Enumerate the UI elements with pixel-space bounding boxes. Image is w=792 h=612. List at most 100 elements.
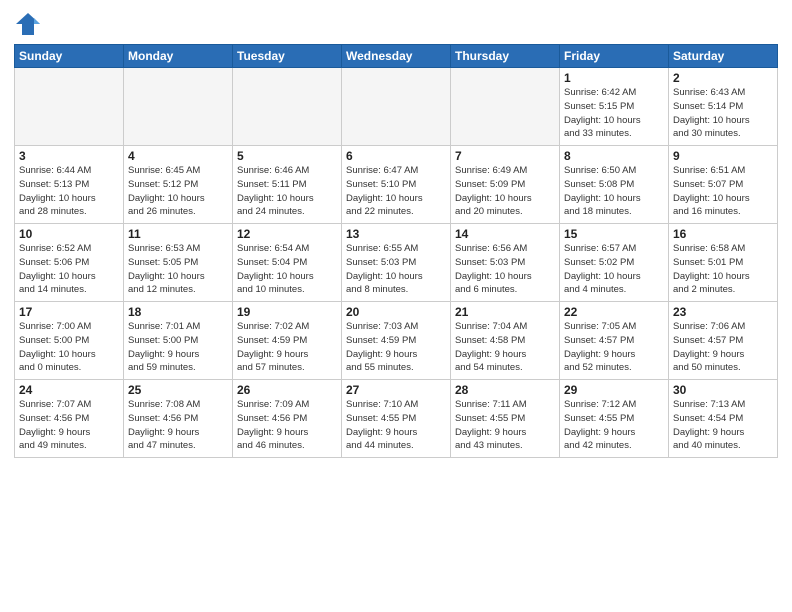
day-info: Sunrise: 7:07 AM Sunset: 4:56 PM Dayligh… xyxy=(19,398,119,453)
day-number: 14 xyxy=(455,227,555,241)
day-info: Sunrise: 6:52 AM Sunset: 5:06 PM Dayligh… xyxy=(19,242,119,297)
calendar-cell: 13Sunrise: 6:55 AM Sunset: 5:03 PM Dayli… xyxy=(342,224,451,302)
day-info: Sunrise: 7:13 AM Sunset: 4:54 PM Dayligh… xyxy=(673,398,773,453)
calendar-cell: 19Sunrise: 7:02 AM Sunset: 4:59 PM Dayli… xyxy=(233,302,342,380)
week-row: 24Sunrise: 7:07 AM Sunset: 4:56 PM Dayli… xyxy=(15,380,778,458)
day-number: 20 xyxy=(346,305,446,319)
day-info: Sunrise: 6:47 AM Sunset: 5:10 PM Dayligh… xyxy=(346,164,446,219)
calendar-cell: 25Sunrise: 7:08 AM Sunset: 4:56 PM Dayli… xyxy=(124,380,233,458)
day-info: Sunrise: 7:05 AM Sunset: 4:57 PM Dayligh… xyxy=(564,320,664,375)
calendar-cell: 9Sunrise: 6:51 AM Sunset: 5:07 PM Daylig… xyxy=(669,146,778,224)
calendar-cell: 10Sunrise: 6:52 AM Sunset: 5:06 PM Dayli… xyxy=(15,224,124,302)
day-number: 25 xyxy=(128,383,228,397)
day-number: 13 xyxy=(346,227,446,241)
day-info: Sunrise: 6:51 AM Sunset: 5:07 PM Dayligh… xyxy=(673,164,773,219)
calendar-cell: 21Sunrise: 7:04 AM Sunset: 4:58 PM Dayli… xyxy=(451,302,560,380)
calendar-cell: 8Sunrise: 6:50 AM Sunset: 5:08 PM Daylig… xyxy=(560,146,669,224)
day-info: Sunrise: 7:03 AM Sunset: 4:59 PM Dayligh… xyxy=(346,320,446,375)
weekday-header-row: SundayMondayTuesdayWednesdayThursdayFrid… xyxy=(15,45,778,68)
logo-icon xyxy=(14,10,42,38)
calendar-cell xyxy=(124,68,233,146)
calendar-cell: 3Sunrise: 6:44 AM Sunset: 5:13 PM Daylig… xyxy=(15,146,124,224)
day-number: 24 xyxy=(19,383,119,397)
day-number: 22 xyxy=(564,305,664,319)
day-number: 8 xyxy=(564,149,664,163)
day-info: Sunrise: 6:42 AM Sunset: 5:15 PM Dayligh… xyxy=(564,86,664,141)
calendar-cell: 16Sunrise: 6:58 AM Sunset: 5:01 PM Dayli… xyxy=(669,224,778,302)
calendar-cell: 29Sunrise: 7:12 AM Sunset: 4:55 PM Dayli… xyxy=(560,380,669,458)
day-info: Sunrise: 6:44 AM Sunset: 5:13 PM Dayligh… xyxy=(19,164,119,219)
weekday-header: Tuesday xyxy=(233,45,342,68)
day-info: Sunrise: 7:04 AM Sunset: 4:58 PM Dayligh… xyxy=(455,320,555,375)
day-info: Sunrise: 7:12 AM Sunset: 4:55 PM Dayligh… xyxy=(564,398,664,453)
weekday-header: Thursday xyxy=(451,45,560,68)
calendar-cell: 27Sunrise: 7:10 AM Sunset: 4:55 PM Dayli… xyxy=(342,380,451,458)
calendar-cell: 12Sunrise: 6:54 AM Sunset: 5:04 PM Dayli… xyxy=(233,224,342,302)
day-info: Sunrise: 6:49 AM Sunset: 5:09 PM Dayligh… xyxy=(455,164,555,219)
header xyxy=(14,10,778,38)
calendar-cell: 17Sunrise: 7:00 AM Sunset: 5:00 PM Dayli… xyxy=(15,302,124,380)
day-number: 3 xyxy=(19,149,119,163)
day-number: 5 xyxy=(237,149,337,163)
week-row: 1Sunrise: 6:42 AM Sunset: 5:15 PM Daylig… xyxy=(15,68,778,146)
weekday-header: Saturday xyxy=(669,45,778,68)
day-info: Sunrise: 6:57 AM Sunset: 5:02 PM Dayligh… xyxy=(564,242,664,297)
day-number: 23 xyxy=(673,305,773,319)
weekday-header: Friday xyxy=(560,45,669,68)
weekday-header: Monday xyxy=(124,45,233,68)
day-number: 10 xyxy=(19,227,119,241)
day-number: 26 xyxy=(237,383,337,397)
calendar-cell: 23Sunrise: 7:06 AM Sunset: 4:57 PM Dayli… xyxy=(669,302,778,380)
calendar: SundayMondayTuesdayWednesdayThursdayFrid… xyxy=(14,44,778,458)
calendar-cell: 30Sunrise: 7:13 AM Sunset: 4:54 PM Dayli… xyxy=(669,380,778,458)
calendar-cell: 18Sunrise: 7:01 AM Sunset: 5:00 PM Dayli… xyxy=(124,302,233,380)
calendar-cell: 5Sunrise: 6:46 AM Sunset: 5:11 PM Daylig… xyxy=(233,146,342,224)
page: SundayMondayTuesdayWednesdayThursdayFrid… xyxy=(0,0,792,612)
calendar-cell: 26Sunrise: 7:09 AM Sunset: 4:56 PM Dayli… xyxy=(233,380,342,458)
calendar-cell xyxy=(451,68,560,146)
day-info: Sunrise: 7:09 AM Sunset: 4:56 PM Dayligh… xyxy=(237,398,337,453)
day-number: 17 xyxy=(19,305,119,319)
logo xyxy=(14,10,44,38)
calendar-cell: 6Sunrise: 6:47 AM Sunset: 5:10 PM Daylig… xyxy=(342,146,451,224)
day-number: 12 xyxy=(237,227,337,241)
day-number: 27 xyxy=(346,383,446,397)
day-number: 4 xyxy=(128,149,228,163)
day-number: 2 xyxy=(673,71,773,85)
day-info: Sunrise: 6:56 AM Sunset: 5:03 PM Dayligh… xyxy=(455,242,555,297)
calendar-cell: 4Sunrise: 6:45 AM Sunset: 5:12 PM Daylig… xyxy=(124,146,233,224)
weekday-header: Sunday xyxy=(15,45,124,68)
calendar-cell xyxy=(233,68,342,146)
calendar-cell: 7Sunrise: 6:49 AM Sunset: 5:09 PM Daylig… xyxy=(451,146,560,224)
day-info: Sunrise: 6:50 AM Sunset: 5:08 PM Dayligh… xyxy=(564,164,664,219)
week-row: 3Sunrise: 6:44 AM Sunset: 5:13 PM Daylig… xyxy=(15,146,778,224)
calendar-cell: 28Sunrise: 7:11 AM Sunset: 4:55 PM Dayli… xyxy=(451,380,560,458)
day-info: Sunrise: 7:11 AM Sunset: 4:55 PM Dayligh… xyxy=(455,398,555,453)
day-info: Sunrise: 6:58 AM Sunset: 5:01 PM Dayligh… xyxy=(673,242,773,297)
day-number: 30 xyxy=(673,383,773,397)
day-number: 19 xyxy=(237,305,337,319)
calendar-cell xyxy=(15,68,124,146)
calendar-cell: 20Sunrise: 7:03 AM Sunset: 4:59 PM Dayli… xyxy=(342,302,451,380)
day-info: Sunrise: 6:55 AM Sunset: 5:03 PM Dayligh… xyxy=(346,242,446,297)
day-number: 6 xyxy=(346,149,446,163)
day-info: Sunrise: 7:02 AM Sunset: 4:59 PM Dayligh… xyxy=(237,320,337,375)
day-info: Sunrise: 7:08 AM Sunset: 4:56 PM Dayligh… xyxy=(128,398,228,453)
calendar-cell: 22Sunrise: 7:05 AM Sunset: 4:57 PM Dayli… xyxy=(560,302,669,380)
day-info: Sunrise: 6:45 AM Sunset: 5:12 PM Dayligh… xyxy=(128,164,228,219)
day-number: 21 xyxy=(455,305,555,319)
day-number: 15 xyxy=(564,227,664,241)
day-info: Sunrise: 7:01 AM Sunset: 5:00 PM Dayligh… xyxy=(128,320,228,375)
week-row: 17Sunrise: 7:00 AM Sunset: 5:00 PM Dayli… xyxy=(15,302,778,380)
day-number: 28 xyxy=(455,383,555,397)
calendar-cell: 11Sunrise: 6:53 AM Sunset: 5:05 PM Dayli… xyxy=(124,224,233,302)
day-number: 16 xyxy=(673,227,773,241)
calendar-cell xyxy=(342,68,451,146)
day-info: Sunrise: 7:00 AM Sunset: 5:00 PM Dayligh… xyxy=(19,320,119,375)
day-info: Sunrise: 7:06 AM Sunset: 4:57 PM Dayligh… xyxy=(673,320,773,375)
day-number: 1 xyxy=(564,71,664,85)
calendar-cell: 14Sunrise: 6:56 AM Sunset: 5:03 PM Dayli… xyxy=(451,224,560,302)
day-number: 7 xyxy=(455,149,555,163)
calendar-cell: 24Sunrise: 7:07 AM Sunset: 4:56 PM Dayli… xyxy=(15,380,124,458)
day-info: Sunrise: 6:53 AM Sunset: 5:05 PM Dayligh… xyxy=(128,242,228,297)
